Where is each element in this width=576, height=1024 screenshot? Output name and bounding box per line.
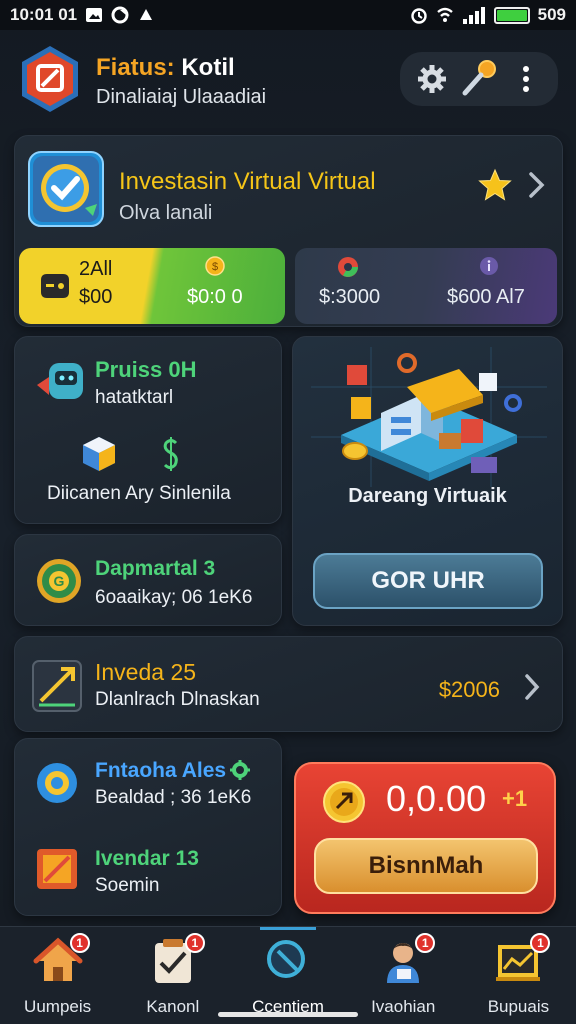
cube-icon [83, 437, 115, 471]
app-logo[interactable] [18, 44, 82, 114]
hero-title: Investasin Virtual Virtual [119, 168, 376, 195]
investment-hero-card[interactable]: Investasin Virtual Virtual Olva lanali 2… [14, 135, 563, 327]
page-title: Fiatus: Kotil [96, 54, 235, 81]
wifi-icon [436, 7, 453, 22]
dapmartal-card[interactable]: G Dapmartal 3 6oaaikay; 06 1eK6 [14, 534, 282, 626]
prius-title: Pruiss 0H [95, 357, 197, 382]
sync-notification-icon [111, 6, 129, 24]
nav-badge: 1 [184, 933, 205, 953]
home-indicator[interactable] [218, 1012, 358, 1017]
nav-item-search[interactable]: Ccentiem [230, 927, 345, 1024]
box-icon [37, 849, 77, 889]
nav-label: Ivaohian [371, 997, 436, 1016]
stat-yellow-line1: 2All [79, 258, 113, 280]
image-notification-icon [86, 8, 103, 22]
ivendar-title: Ivendar 13 [95, 847, 199, 870]
nav-badge: 1 [530, 933, 551, 953]
dollar-sign-icon [163, 437, 178, 471]
status-time: 10:01 01 [10, 5, 78, 24]
prius-footer: Diicanen Ary Sinlenila [47, 483, 231, 504]
magnifier-icon [462, 60, 496, 96]
gear-badge-icon: G [37, 559, 81, 603]
verified-badge-icon [28, 151, 104, 227]
page-subtitle: Dinaliaiaj Ulaaadiai [96, 86, 267, 108]
nav-label: Bupuais [487, 997, 550, 1016]
signal-icon [462, 7, 485, 24]
settings-list-card: Fntaoha Ales Bealdad ; 36 1eK6 Ivendar 1… [14, 738, 282, 916]
prius-card[interactable]: Pruiss 0H hatatktarl Diicanen Ary Sinlen… [14, 336, 282, 524]
fntaoha-subtitle: Bealdad ; 36 1eK6 [95, 787, 252, 808]
favorite-star-icon[interactable] [478, 168, 512, 202]
robot-icon [37, 363, 83, 399]
svg-text:G: G [54, 573, 65, 589]
dapmartal-title: Dapmartal 3 [95, 557, 216, 580]
reward-amount: 0,0.00 [386, 778, 487, 819]
chrome-coin-icon [338, 257, 358, 277]
alarm-icon [410, 8, 427, 24]
status-bar: 10:01 01 509 [0, 0, 576, 30]
invest-value: $2006 [438, 677, 500, 702]
ivendar-item[interactable]: Ivendar 13 Soemin [15, 831, 283, 917]
stat-balance-yellow[interactable]: 2All $00 $ $0:0 0 [19, 248, 285, 324]
nav-badge: 1 [415, 933, 436, 953]
search-button[interactable] [459, 59, 499, 99]
invest-title: Inveda 25 [95, 659, 197, 685]
chevron-right-icon[interactable] [522, 673, 542, 701]
battery-label: 509 [537, 5, 566, 24]
nav-item-tasks[interactable]: 1 Kanonl [115, 927, 230, 1024]
dapmartal-subtitle: 6oaaikay; 06 1eK6 [95, 587, 253, 608]
gamepad-icon [41, 274, 69, 298]
coin-icon: $ [205, 256, 225, 276]
dareang-caption: Dareang Virtuaik [348, 485, 507, 507]
svg-text:$: $ [212, 261, 218, 273]
stat-yellow-value: $0:0 0 [187, 286, 243, 308]
more-vertical-icon [523, 66, 530, 92]
reward-plus: +1 [502, 786, 528, 811]
isometric-city-illustration [311, 347, 547, 487]
chevron-right-icon[interactable] [524, 170, 548, 200]
nav-item-home[interactable]: 1 Uumpeis [0, 927, 115, 1024]
gear-icon [417, 65, 446, 93]
nav-label: Uumpeis [24, 997, 92, 1016]
nav-label: Kanonl [146, 997, 200, 1016]
header-actions [400, 52, 558, 106]
info-icon [480, 257, 498, 275]
dareang-card[interactable]: Dareang Virtuaik GOR UHR [292, 336, 563, 626]
fntaoha-title: Fntaoha Ales [95, 759, 227, 782]
app-notification-icon [140, 9, 153, 20]
go-button[interactable]: GOR UHR [313, 553, 543, 609]
invest-subtitle: Dlanlrach Dlnaskan [95, 689, 260, 710]
stat-purple-value-left: $:3000 [319, 286, 381, 308]
gear-icon [37, 763, 77, 803]
prius-subtitle: hatatktarl [95, 387, 174, 408]
ivendar-subtitle: Soemin [95, 875, 160, 896]
settings-button[interactable] [412, 59, 452, 99]
reward-card: 0,0.00 +1 BisnnMah [294, 762, 556, 914]
bottom-nav: 1 Uumpeis 1 Kanonl Ccentiem 1 Ivaohian 1… [0, 926, 576, 1024]
nav-item-stats[interactable]: 1 Bupuais [461, 927, 576, 1024]
more-menu-button[interactable] [506, 59, 546, 99]
hero-subtitle: Olva lanali [119, 202, 213, 224]
invest-card[interactable]: Inveda 25 Dlanlrach Dlnaskan $2006 [14, 636, 563, 732]
nav-item-profile[interactable]: 1 Ivaohian [346, 927, 461, 1024]
nav-badge: 1 [69, 933, 90, 953]
battery-icon [493, 6, 530, 24]
stat-purple-value-right: $600 Al7 [447, 286, 525, 308]
search-icon [267, 940, 305, 978]
small-gear-icon [230, 760, 250, 780]
growth-chart-icon [32, 660, 82, 712]
app-header: Fiatus: Kotil Dinaliaiaj Ulaaadiai [14, 42, 562, 118]
stat-yellow-line2: $00 [79, 286, 113, 308]
claim-button[interactable]: BisnnMah [314, 838, 538, 894]
fntaoha-item[interactable]: Fntaoha Ales Bealdad ; 36 1eK6 [15, 739, 283, 825]
coin-icon [323, 781, 365, 823]
stat-balance-purple[interactable]: $:3000 $600 Al7 [295, 248, 557, 324]
